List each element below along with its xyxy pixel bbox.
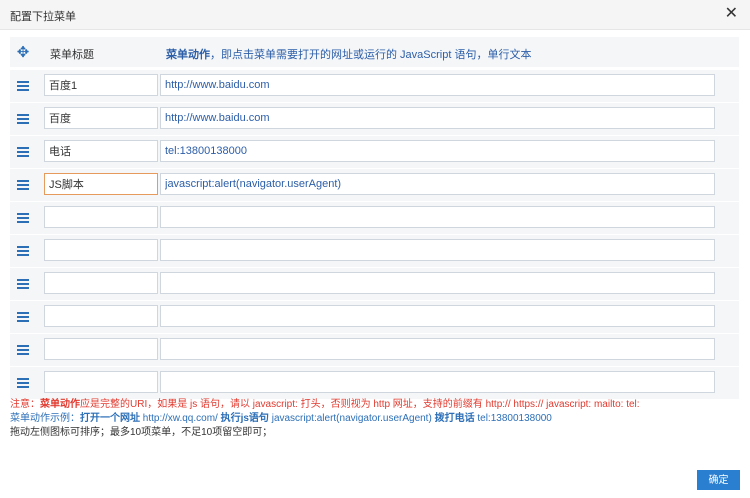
table-row (10, 103, 739, 135)
menu-title-input[interactable] (44, 74, 158, 96)
table-row (10, 334, 739, 366)
menu-title-input[interactable] (44, 272, 158, 294)
menu-config-table: ✥ 菜单标题 菜单动作，即点击菜单需要打开的网址或运行的 JavaScript … (10, 37, 739, 400)
header-action-label: 菜单动作，即点击菜单需要打开的网址或运行的 JavaScript 语句，单行文本 (166, 49, 532, 61)
menu-title-input[interactable] (44, 305, 158, 327)
dialog-titlebar: 配置下拉菜单 ✕ (0, 0, 750, 30)
menu-title-input[interactable] (44, 239, 158, 261)
menu-action-input[interactable] (160, 338, 715, 360)
dialog-title: 配置下拉菜单 (10, 11, 76, 23)
table-row (10, 169, 739, 201)
table-row (10, 202, 739, 234)
menu-action-input[interactable] (160, 206, 715, 228)
table-row (10, 235, 739, 267)
menu-title-input[interactable] (44, 173, 158, 195)
menu-title-input[interactable] (44, 107, 158, 129)
menu-action-input[interactable] (160, 371, 715, 393)
table-row (10, 367, 739, 399)
note-sorting: 拖动左侧图标可排序；最多10项菜单，不足10项留空即可； (10, 427, 273, 438)
table-header: ✥ 菜单标题 菜单动作，即点击菜单需要打开的网址或运行的 JavaScript … (10, 37, 739, 67)
menu-title-input[interactable] (44, 371, 158, 393)
drag-handle-icon[interactable] (10, 334, 36, 366)
drag-handle-icon[interactable] (10, 367, 36, 399)
menu-action-input[interactable] (160, 305, 715, 327)
confirm-button[interactable]: 确定 (697, 470, 740, 490)
menu-action-input[interactable] (160, 74, 715, 96)
drag-handle-icon[interactable] (10, 301, 36, 333)
drag-handle-icon[interactable] (10, 103, 36, 135)
note-uri-rules: 注意：菜单动作应是完整的URI，如果是 js 语句，请以 javascript:… (10, 399, 640, 410)
table-row (10, 301, 739, 333)
drag-handle-icon[interactable] (10, 235, 36, 267)
menu-action-input[interactable] (160, 173, 715, 195)
drag-handle-icon[interactable] (10, 136, 36, 168)
close-icon[interactable]: ✕ (725, 5, 738, 23)
menu-title-input[interactable] (44, 338, 158, 360)
move-arrows-icon: ✥ (16, 43, 30, 61)
menu-title-input[interactable] (44, 206, 158, 228)
note-examples: 菜单动作示例：打开一个网址 http://xw.qq.com/ 执行js语句 j… (10, 413, 552, 424)
table-row (10, 70, 739, 102)
menu-title-input[interactable] (44, 140, 158, 162)
drag-handle-icon[interactable] (10, 268, 36, 300)
menu-action-input[interactable] (160, 107, 715, 129)
help-notes: 注意：菜单动作应是完整的URI，如果是 js 语句，请以 javascript:… (10, 398, 745, 440)
header-title-label: 菜单标题 (50, 49, 94, 61)
menu-action-input[interactable] (160, 239, 715, 261)
table-row (10, 136, 739, 168)
drag-handle-icon[interactable] (10, 169, 36, 201)
menu-action-input[interactable] (160, 272, 715, 294)
drag-handle-icon[interactable] (10, 70, 36, 102)
drag-handle-icon[interactable] (10, 202, 36, 234)
menu-action-input[interactable] (160, 140, 715, 162)
table-row (10, 268, 739, 300)
